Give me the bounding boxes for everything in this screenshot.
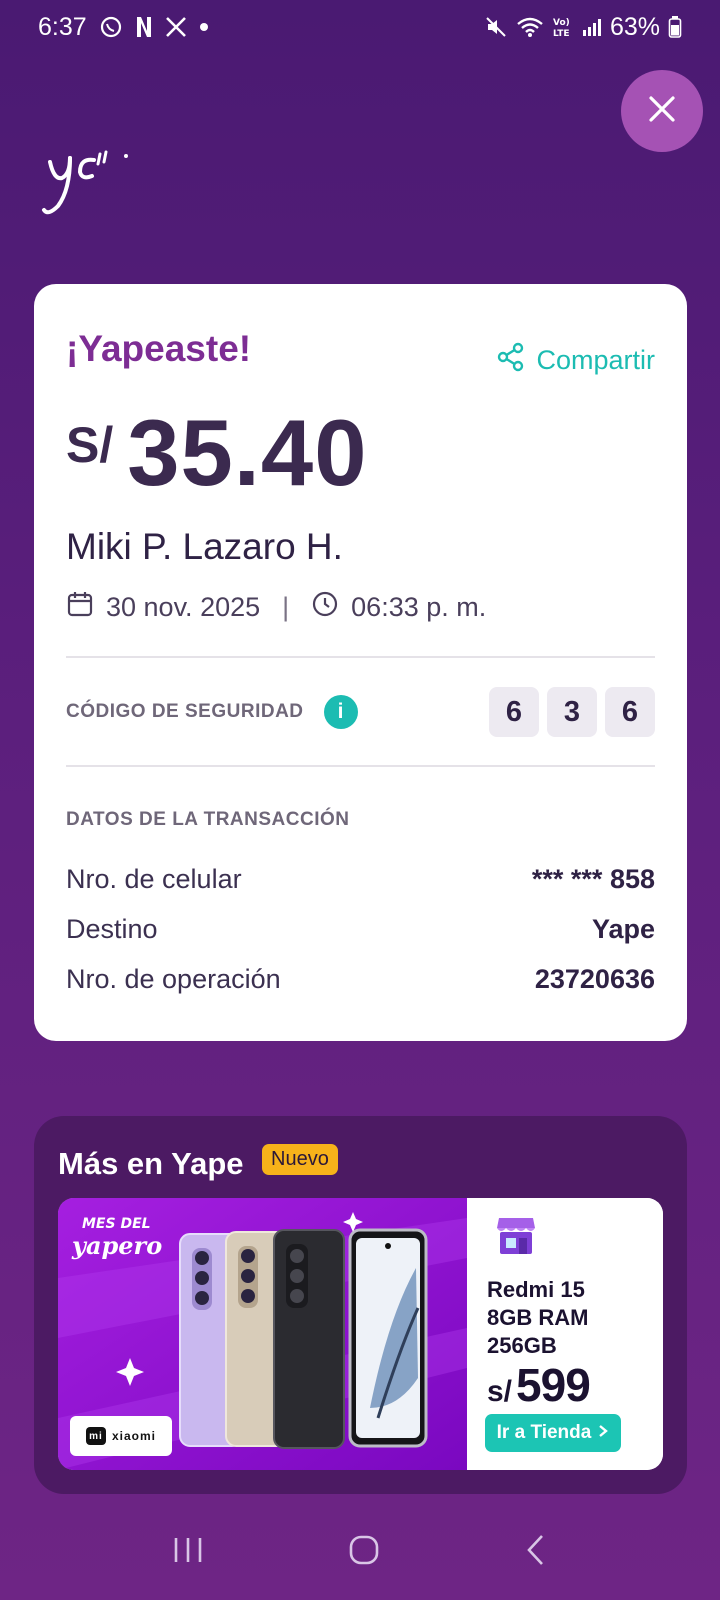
tx-value: *** *** 858 bbox=[531, 864, 655, 894]
product-line: 8GB RAM bbox=[487, 1305, 589, 1330]
battery-icon bbox=[668, 15, 682, 39]
recents-icon[interactable] bbox=[171, 1535, 205, 1570]
share-icon bbox=[496, 342, 526, 379]
amount: S/ 35.40 bbox=[66, 406, 367, 500]
close-icon bbox=[646, 93, 678, 130]
info-icon[interactable]: i bbox=[323, 695, 358, 729]
tx-value: 23720636 bbox=[534, 964, 655, 994]
new-badge: Nuevo bbox=[262, 1144, 338, 1175]
xiaomi-wordmark: xiaomi bbox=[111, 1429, 156, 1443]
security-code-label: CÓDIGO DE SEGURIDAD bbox=[66, 701, 304, 722]
x-icon bbox=[165, 16, 187, 38]
recipient-name: Miki P. Lazaro H. bbox=[66, 526, 343, 567]
back-icon[interactable] bbox=[523, 1533, 549, 1572]
transaction-date: 30 nov. 2025 bbox=[106, 592, 261, 622]
wifi-icon bbox=[516, 16, 544, 38]
svg-text:Vo): Vo) bbox=[553, 18, 570, 28]
section-title: Más en Yape bbox=[58, 1146, 244, 1181]
go-to-store-label: Ir a Tienda bbox=[496, 1422, 592, 1443]
tx-row-phone: Nro. de celular *** *** 858 bbox=[66, 864, 655, 895]
share-label: Compartir bbox=[536, 345, 655, 375]
amount-value: 35.40 bbox=[127, 400, 368, 505]
svg-text:LTE: LTE bbox=[553, 29, 570, 39]
status-bar: 6:37 Vo) LTE 63% bbox=[0, 0, 720, 54]
system-navigation-bar bbox=[0, 1504, 720, 1600]
share-button[interactable]: Compartir bbox=[496, 342, 655, 379]
store-icon bbox=[495, 1212, 537, 1261]
transaction-datetime: 30 nov. 2025 | 06:33 p. m. bbox=[66, 590, 486, 625]
security-code-digits: 6 3 6 bbox=[489, 687, 655, 737]
clock-icon bbox=[311, 590, 339, 625]
close-button[interactable] bbox=[621, 70, 703, 152]
receipt-title: ¡Yapeaste! bbox=[66, 328, 252, 369]
more-in-yape-section: Más en Yape Nuevo MES DEL yapero mi xiao… bbox=[34, 1116, 687, 1494]
transaction-data-title: DATOS DE LA TRANSACCIÓN bbox=[66, 809, 350, 830]
svg-text:yapero: yapero bbox=[71, 1231, 162, 1260]
chevron-right-icon bbox=[597, 1422, 609, 1444]
divider bbox=[66, 656, 655, 658]
receipt-card: ¡Yapeaste! Compartir S/ 35.40 Miki P. La… bbox=[34, 284, 687, 1041]
datetime-separator: | bbox=[282, 592, 290, 622]
yape-logo bbox=[40, 140, 140, 220]
netflix-icon bbox=[135, 15, 153, 39]
divider bbox=[66, 765, 655, 767]
svg-text:MES DEL: MES DEL bbox=[82, 1216, 151, 1232]
product-line: Redmi 15 bbox=[487, 1277, 585, 1302]
tx-label: Destino bbox=[66, 914, 158, 944]
security-code-row: CÓDIGO DE SEGURIDAD i 6 3 6 bbox=[66, 686, 655, 738]
tx-row-destination: Destino Yape bbox=[66, 914, 655, 945]
price-currency: s/ bbox=[487, 1375, 513, 1408]
status-time: 6:37 bbox=[38, 12, 87, 41]
security-digit: 6 bbox=[489, 687, 539, 737]
transaction-time: 06:33 p. m. bbox=[351, 592, 487, 622]
product-line: 256GB bbox=[487, 1333, 557, 1358]
calendar-icon bbox=[66, 590, 94, 625]
go-to-store-button[interactable]: Ir a Tienda bbox=[485, 1414, 621, 1452]
xiaomi-mark: mi bbox=[85, 1427, 106, 1445]
whatsapp-icon bbox=[99, 15, 123, 39]
xiaomi-logo: mi xiaomi bbox=[70, 1416, 172, 1456]
security-digit: 3 bbox=[547, 687, 597, 737]
tx-label: Nro. de celular bbox=[66, 864, 242, 894]
security-digit: 6 bbox=[605, 687, 655, 737]
home-icon[interactable] bbox=[347, 1533, 381, 1572]
tx-label: Nro. de operación bbox=[66, 964, 281, 994]
signal-icon bbox=[582, 17, 602, 37]
banner-image: MES DEL yapero mi xiaomi bbox=[58, 1198, 467, 1470]
price-value: 599 bbox=[516, 1359, 591, 1411]
volte-icon: Vo) LTE bbox=[552, 15, 574, 39]
product-name: Redmi 15 8GB RAM 256GB bbox=[487, 1276, 588, 1360]
tx-row-operation: Nro. de operación 23720636 bbox=[66, 964, 655, 995]
product-price: s/ 599 bbox=[487, 1358, 591, 1412]
amount-currency: S/ bbox=[66, 417, 114, 473]
banner-product-info: Redmi 15 8GB RAM 256GB s/ 599 Ir a Tiend… bbox=[467, 1198, 663, 1470]
promo-banner[interactable]: MES DEL yapero mi xiaomi Redmi 15 8GB RA… bbox=[58, 1198, 663, 1470]
tx-value: Yape bbox=[591, 914, 655, 944]
mute-icon bbox=[484, 15, 508, 39]
battery-percent: 63% bbox=[609, 12, 660, 41]
dot-icon bbox=[199, 22, 209, 32]
